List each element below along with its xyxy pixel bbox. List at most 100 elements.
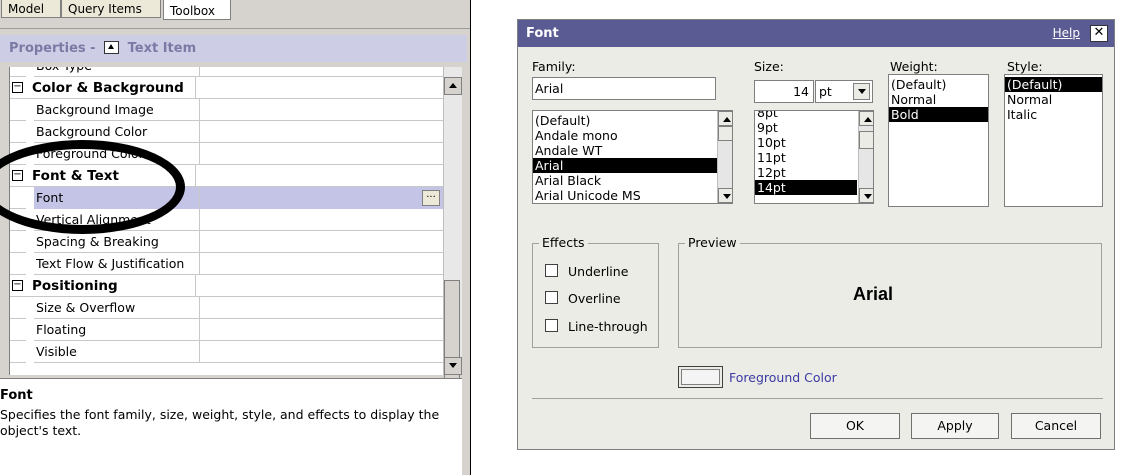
property-name: Floating: [34, 319, 200, 341]
property-value[interactable]: [200, 319, 444, 341]
tab-model[interactable]: Model: [1, 0, 61, 18]
property-value[interactable]: [200, 209, 444, 231]
size-unit-select[interactable]: pt: [815, 80, 873, 103]
weight-option[interactable]: (Default): [889, 77, 988, 92]
property-row-partial: Box Type: [10, 67, 444, 77]
scroll-thumb[interactable]: [718, 126, 732, 141]
property-row-visible[interactable]: Visible: [10, 341, 444, 363]
property-value[interactable]: [200, 121, 444, 143]
scroll-down-icon[interactable]: [444, 357, 462, 375]
collapse-icon[interactable]: −: [12, 280, 23, 291]
size-option[interactable]: 8pt: [755, 111, 873, 120]
property-row-text-flow[interactable]: Text Flow & Justification: [10, 253, 444, 275]
style-option[interactable]: Italic: [1005, 107, 1102, 122]
underline-label: Underline: [568, 264, 629, 279]
family-scrollbar[interactable]: [717, 111, 732, 203]
style-label: Style:: [1007, 59, 1043, 74]
property-name: Background Image: [34, 99, 200, 121]
family-option[interactable]: (Default): [533, 113, 732, 128]
property-row-background-image[interactable]: Background Image: [10, 99, 444, 121]
ellipsis-button[interactable]: ...: [422, 190, 440, 206]
scroll-up-icon[interactable]: [444, 77, 462, 95]
apply-button[interactable]: Apply: [911, 413, 999, 439]
family-input[interactable]: Arial: [532, 77, 716, 100]
line-through-label: Line-through: [568, 319, 648, 334]
description-pane: Font Specifies the font family, size, we…: [0, 378, 462, 476]
collapse-icon[interactable]: −: [12, 82, 23, 93]
tab-toolbox[interactable]: Toolbox: [163, 0, 231, 20]
preview-sample: Arial: [853, 284, 894, 304]
size-option[interactable]: 12pt: [755, 165, 873, 180]
properties-header: Properties - Text Item: [0, 35, 467, 62]
category-positioning[interactable]: − Positioning: [10, 275, 444, 297]
property-grid-scrollbar[interactable]: [443, 67, 462, 390]
weight-option-selected[interactable]: Bold: [889, 107, 988, 122]
family-label: Family:: [532, 59, 576, 74]
help-link[interactable]: Help: [1053, 26, 1080, 40]
size-scrollbar[interactable]: [858, 111, 873, 203]
family-option[interactable]: Arial Black: [533, 173, 732, 188]
style-listbox[interactable]: (Default) Normal Italic: [1004, 74, 1103, 207]
property-value[interactable]: [200, 231, 444, 253]
property-row-floating[interactable]: Floating: [10, 319, 444, 341]
family-option[interactable]: Andale mono: [533, 128, 732, 143]
underline-checkbox[interactable]: [545, 264, 558, 277]
property-name: Text Flow & Justification: [34, 253, 200, 275]
property-name: Box Type: [34, 67, 200, 77]
category-color-background[interactable]: − Color & Background: [10, 77, 444, 99]
close-icon[interactable]: ✕: [1090, 25, 1108, 42]
overline-label: Overline: [568, 291, 621, 306]
property-name: Spacing & Breaking: [34, 231, 200, 253]
scroll-up-icon[interactable]: [718, 111, 732, 126]
style-option[interactable]: Normal: [1005, 92, 1102, 107]
cancel-button[interactable]: Cancel: [1011, 413, 1101, 439]
scroll-down-icon[interactable]: [718, 188, 732, 203]
font-dialog: Font Help ✕ Family: Arial (Default) Anda…: [517, 19, 1115, 450]
property-row-spacing-breaking[interactable]: Spacing & Breaking: [10, 231, 444, 253]
size-listbox[interactable]: 8pt 9pt 10pt 11pt 12pt 14pt: [754, 110, 874, 204]
style-option-selected[interactable]: (Default): [1005, 77, 1102, 92]
scroll-up-icon[interactable]: [859, 111, 873, 126]
property-value: [200, 275, 444, 297]
size-option[interactable]: 10pt: [755, 135, 873, 150]
ancestor-select-icon[interactable]: [104, 41, 120, 54]
property-name: Visible: [34, 341, 200, 363]
properties-pane: Model Query Items Toolbox Properties - T…: [0, 0, 471, 476]
size-unit-value: pt: [819, 84, 832, 99]
family-option[interactable]: Arial Unicode MS: [533, 188, 732, 203]
size-option-selected[interactable]: 14pt: [755, 180, 857, 195]
size-option[interactable]: 9pt: [755, 120, 873, 135]
property-value[interactable]: [200, 297, 444, 319]
description-title: Font: [0, 388, 33, 403]
property-value[interactable]: [200, 253, 444, 275]
foreground-color-swatch[interactable]: [678, 366, 723, 388]
family-option[interactable]: Andale WT: [533, 143, 732, 158]
overline-checkbox[interactable]: [545, 291, 558, 304]
tab-model-label: Model: [8, 2, 45, 16]
category-label: Positioning: [30, 275, 196, 297]
ok-button[interactable]: OK: [810, 413, 900, 439]
foreground-color-link[interactable]: Foreground Color: [729, 370, 837, 385]
family-option-selected[interactable]: Arial: [533, 158, 718, 173]
tab-strip: Model Query Items Toolbox: [0, 0, 470, 29]
family-listbox[interactable]: (Default) Andale mono Andale WT Arial Ar…: [532, 110, 733, 204]
property-value[interactable]: ...: [200, 187, 444, 209]
tab-toolbox-label: Toolbox: [170, 4, 215, 18]
weight-listbox[interactable]: (Default) Normal Bold: [888, 74, 989, 207]
scroll-thumb[interactable]: [859, 131, 873, 149]
property-row-size-overflow[interactable]: Size & Overflow: [10, 297, 444, 319]
scroll-down-icon[interactable]: [859, 188, 873, 203]
divider: [532, 398, 1103, 399]
size-option[interactable]: 11pt: [755, 150, 873, 165]
line-through-checkbox[interactable]: [545, 319, 558, 332]
tab-query-items[interactable]: Query Items: [61, 0, 161, 18]
weight-option[interactable]: Normal: [889, 92, 988, 107]
preview-legend: Preview: [685, 235, 740, 250]
property-name: Size & Overflow: [34, 297, 200, 319]
property-value[interactable]: [200, 341, 444, 363]
property-value[interactable]: [200, 143, 444, 165]
property-value[interactable]: [200, 99, 444, 121]
property-value: [200, 165, 444, 187]
chevron-down-icon[interactable]: [853, 83, 870, 100]
size-input[interactable]: 14: [754, 80, 814, 103]
